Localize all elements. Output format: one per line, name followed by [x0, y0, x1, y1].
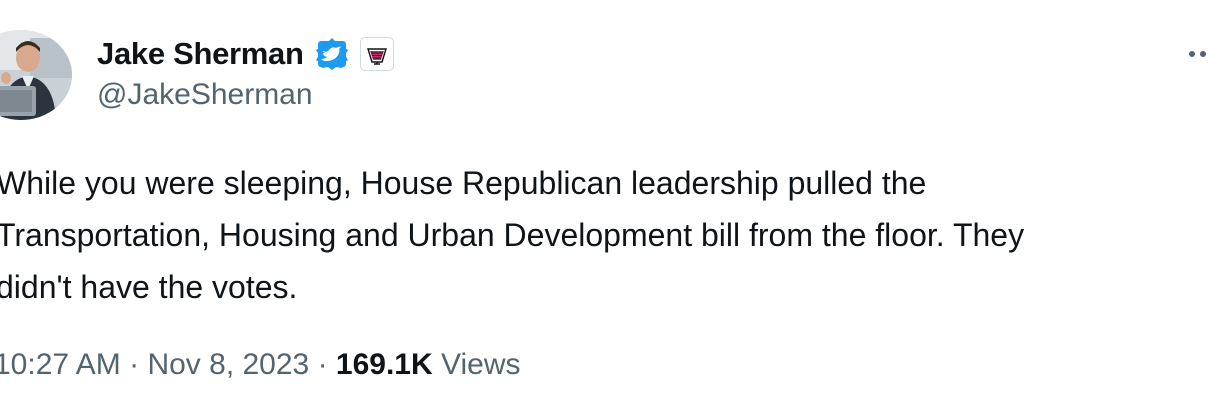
tweet-text-line: While you were sleeping, House Republica… [0, 165, 927, 201]
meta-separator: · [317, 348, 328, 381]
tweet-date[interactable]: Nov 8, 2023 [147, 348, 309, 381]
more-options-icon[interactable] [1189, 44, 1210, 64]
tweet-text-line: Transportation, Housing and Urban Develo… [0, 217, 1025, 253]
author-name-row: Jake Sherman [97, 32, 394, 76]
tweet-time[interactable]: 10:27 AM [0, 348, 121, 381]
tweet-text-line: didn't have the votes. [0, 269, 298, 305]
meta-separator: · [129, 348, 140, 381]
author-display-name[interactable]: Jake Sherman [97, 36, 304, 72]
more-dot [1189, 51, 1195, 57]
more-dot [1200, 51, 1206, 57]
views-count[interactable]: 169.1K [336, 348, 433, 381]
tweet-text: While you were sleeping, House Republica… [0, 157, 1210, 313]
avatar[interactable] [0, 30, 72, 120]
author-handle[interactable]: @JakeSherman [97, 78, 313, 112]
affiliation-badge-icon[interactable] [359, 37, 394, 71]
verified-badge-icon[interactable] [314, 37, 350, 71]
tweet-metadata: 10:27 AM · Nov 8, 2023 · 169.1K Views [0, 348, 521, 382]
views-label[interactable]: Views [441, 348, 520, 381]
